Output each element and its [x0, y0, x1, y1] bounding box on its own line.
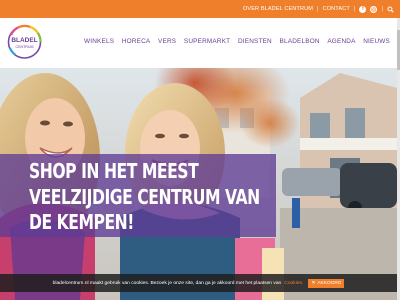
nav-item-bladelbon[interactable]: BLADELBON — [280, 38, 320, 45]
top-bar: OVER BLADEL CENTRUM | CONTACT | f | — [0, 0, 400, 18]
search-icon[interactable] — [387, 5, 394, 13]
topbar-separator: | — [353, 6, 356, 12]
headline-line-2: VEELZIJDIGE CENTRUM VAN — [29, 185, 260, 209]
instagram-icon[interactable] — [370, 5, 378, 13]
bladel-centrum-logo[interactable]: BLADEL CENTRUM — [6, 23, 43, 61]
cookie-text: bladelcentrum.nl maakt gebruik van cooki… — [52, 280, 282, 286]
nav-item-agenda[interactable]: AGENDA — [327, 38, 355, 45]
site-header: BLADEL CENTRUM WINKELS HORECA VERS SUPER… — [0, 18, 400, 68]
cookie-banner: bladelcentrum.nl maakt gebruik van cooki… — [0, 274, 397, 292]
nav-item-horeca[interactable]: HORECA — [122, 38, 151, 45]
accept-cookies-button[interactable]: ✕ AKKOORD — [308, 278, 345, 288]
nav-item-vers[interactable]: VERS — [158, 38, 176, 45]
nav-item-diensten[interactable]: DIENSTEN — [238, 38, 272, 45]
nav-item-supermarkt[interactable]: SUPERMARKT — [184, 38, 230, 45]
headline-line-3: DE KEMPEN! — [29, 210, 134, 234]
topbar-separator: | — [381, 6, 383, 12]
accept-cookies-label: AKKOORD — [317, 280, 342, 286]
topbar-link-over[interactable]: OVER BLADEL CENTRUM — [243, 6, 313, 12]
nav-item-winkels[interactable]: WINKELS — [84, 38, 114, 45]
logo-text-bladel: BLADEL — [11, 37, 37, 44]
topbar-link-contact[interactable]: CONTACT — [323, 6, 350, 12]
headline-line-1: SHOP IN HET MEEST — [29, 159, 199, 183]
logo-text-centrum: CENTRUM — [16, 45, 34, 49]
hero-banner: SHOP IN HET MEEST VEELZIJDIGE CENTRUM VA… — [0, 68, 397, 300]
facebook-icon[interactable]: f — [359, 5, 367, 13]
close-icon: ✕ — [311, 280, 316, 286]
topbar-separator: | — [316, 6, 319, 12]
cookie-policy-link[interactable]: Cookies. — [284, 281, 303, 286]
nav-item-nieuws[interactable]: NIEUWS — [363, 38, 390, 45]
main-nav: WINKELS HORECA VERS SUPERMARKT DIENSTEN … — [84, 38, 390, 45]
